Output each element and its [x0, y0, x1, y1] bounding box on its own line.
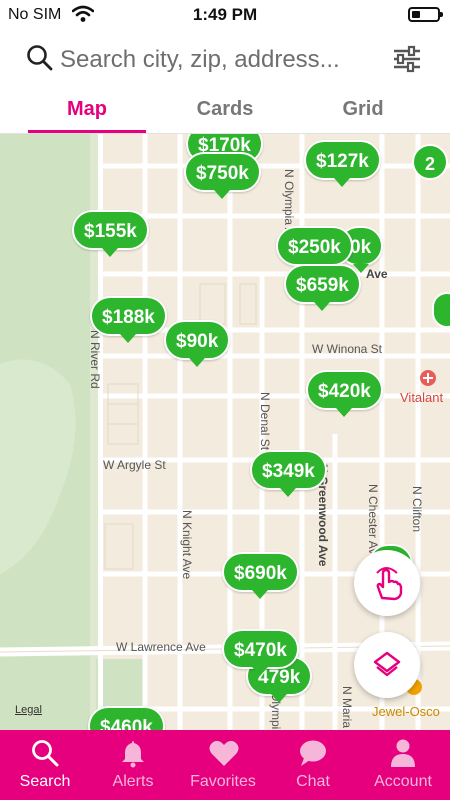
street-label-knight: N Knight Ave	[180, 510, 194, 580]
status-bar: No SIM 1:49 PM	[0, 0, 450, 30]
price-pin[interactable]: $188k	[90, 296, 167, 343]
tab-cards[interactable]: Cards	[150, 90, 300, 134]
search-icon	[32, 740, 59, 767]
bell-icon	[122, 741, 144, 768]
street-label-ave-fragment: Ave	[366, 267, 388, 281]
nav-favorites[interactable]: Favorites	[178, 730, 268, 800]
hand-pointer-icon	[376, 567, 403, 601]
search-icon	[27, 45, 53, 71]
poi-vitalant[interactable]: Vitalant	[400, 390, 443, 405]
nav-label: Account	[374, 773, 432, 790]
battery-icon	[408, 7, 443, 22]
street-label-denal: N Denal St	[258, 392, 272, 451]
nav-alerts[interactable]: Alerts	[88, 730, 178, 800]
map-layers-button[interactable]	[354, 632, 420, 698]
nav-label: Alerts	[112, 773, 154, 790]
price-pin[interactable]: $460k	[88, 706, 165, 730]
layers-icon	[373, 651, 401, 677]
price-pin[interactable]: $470k	[222, 629, 299, 676]
chat-icon	[300, 740, 326, 766]
filter-sliders-icon[interactable]	[392, 44, 422, 74]
draw-search-button[interactable]	[354, 550, 420, 616]
price-pin[interactable]: $750k	[184, 152, 261, 199]
cluster-pin[interactable]: 2	[412, 144, 448, 180]
active-tab-indicator	[28, 130, 146, 133]
tab-map[interactable]: Map	[12, 90, 162, 134]
cluster-pin-edge[interactable]	[432, 292, 450, 328]
heart-icon	[209, 740, 239, 766]
nav-label: Chat	[296, 773, 330, 790]
view-tabs: Map Cards Grid	[0, 90, 450, 134]
price-pin[interactable]: $250k	[276, 226, 353, 273]
street-label-maria: N Maria	[340, 686, 354, 729]
street-label-river-rd: N River Rd	[88, 330, 102, 389]
street-label-lawrence: W Lawrence Ave	[116, 640, 206, 654]
nav-label: Search	[19, 773, 71, 790]
legal-link[interactable]: Legal	[15, 704, 42, 716]
nav-label: Favorites	[190, 773, 256, 790]
price-pin[interactable]: $127k	[304, 140, 381, 187]
poi-jewel-osco[interactable]: Jewel-Osco	[372, 704, 440, 719]
clock: 1:49 PM	[192, 5, 258, 24]
price-pin[interactable]: $659k	[284, 264, 361, 311]
nav-account[interactable]: Account	[358, 730, 448, 800]
price-pin[interactable]: $349k	[250, 450, 327, 497]
price-pin[interactable]: $690k	[222, 552, 299, 599]
map-view[interactable]: N River Rd W Winona St W Argyle St W Law…	[0, 134, 450, 730]
person-icon	[391, 739, 415, 767]
price-pin[interactable]: $90k	[164, 320, 231, 367]
nav-chat[interactable]: Chat	[268, 730, 358, 800]
price-pin[interactable]: $420k	[306, 370, 383, 417]
street-label-argyle: W Argyle St	[103, 458, 166, 472]
search-bar	[0, 30, 450, 90]
street-label-winona: W Winona St	[312, 342, 383, 356]
bottom-nav: Search Alerts Favorites Chat Account	[0, 730, 450, 800]
price-pin[interactable]: $155k	[72, 210, 149, 257]
search-input[interactable]	[60, 42, 380, 78]
tab-grid[interactable]: Grid	[288, 90, 438, 134]
nav-search[interactable]: Search	[0, 730, 90, 800]
street-label-clifton: N Clifton	[410, 486, 424, 533]
